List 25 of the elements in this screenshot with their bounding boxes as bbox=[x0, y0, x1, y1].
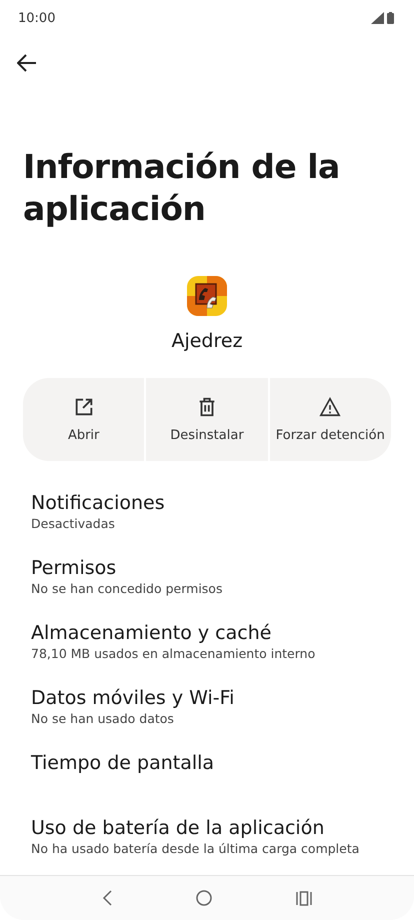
setting-title[interactable]: Almacenamiento y caché bbox=[31, 621, 383, 645]
chess-app-icon bbox=[187, 276, 227, 316]
setting-subtitle: No ha usado batería desde la última carga completa bbox=[31, 840, 360, 858]
warning-icon bbox=[319, 396, 342, 418]
back-nav-icon[interactable] bbox=[102, 890, 112, 906]
action-button[interactable]: Desinstalar bbox=[144, 378, 268, 461]
setting-subtitle: No se han concedido permisos bbox=[31, 580, 224, 598]
setting-subtitle: No se han usado datos bbox=[31, 710, 175, 728]
setting-title[interactable]: Tiempo de pantalla bbox=[31, 751, 383, 775]
setting-title[interactable]: Notificaciones bbox=[31, 491, 383, 515]
page-title: Información de la aplicación bbox=[23, 146, 341, 230]
action-button[interactable]: Abrir bbox=[23, 378, 144, 461]
action-button[interactable]: Forzar detención bbox=[268, 378, 391, 461]
setting-title[interactable]: Permisos bbox=[31, 556, 383, 580]
home-nav-icon[interactable] bbox=[196, 890, 212, 906]
signal-icon bbox=[371, 12, 384, 24]
recent-apps-icon[interactable] bbox=[296, 890, 312, 906]
status-time: 10:00 bbox=[18, 10, 56, 26]
app-name: Ajedrez bbox=[171, 330, 243, 352]
setting-title[interactable]: Datos móviles y Wi-Fi bbox=[31, 686, 383, 710]
setting-subtitle: 78,10 MB usados en almacenamiento interno bbox=[31, 645, 316, 663]
back-arrow-icon bbox=[17, 54, 37, 72]
setting-title[interactable]: Uso de batería de la aplicación bbox=[31, 816, 383, 840]
setting-subtitle: Desactivadas bbox=[31, 515, 116, 533]
battery-icon bbox=[387, 12, 394, 24]
